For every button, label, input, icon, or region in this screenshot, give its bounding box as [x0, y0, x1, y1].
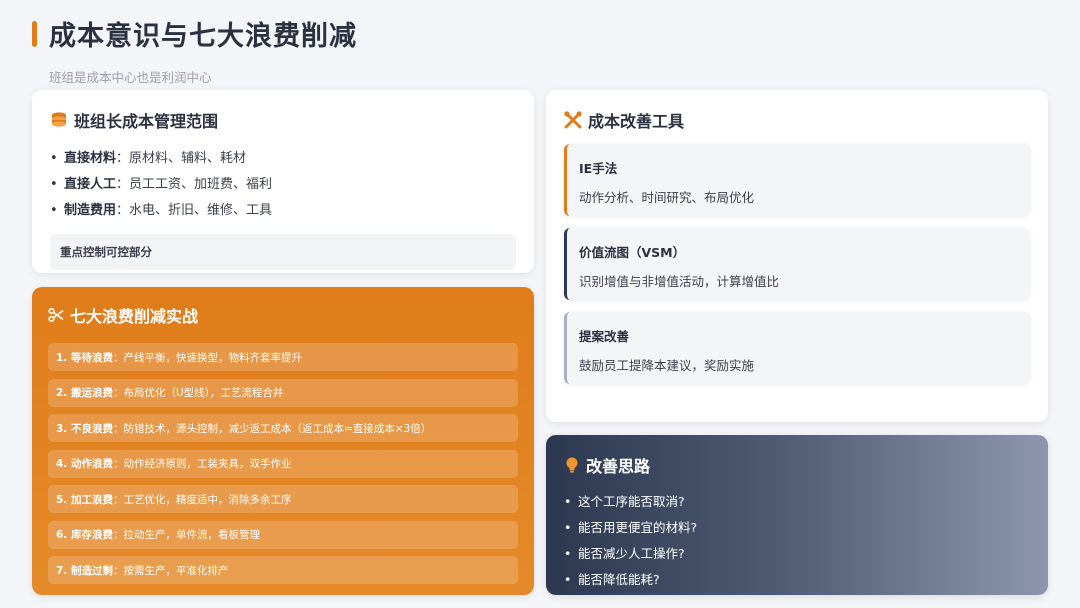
improvement-tools-card: 成本改善工具 IE手法 动作分析、时间研究、布局优化 价值流图（VSM） 识别增… [546, 90, 1048, 422]
list-item: • 直接材料 ：原材料、辅料、耗材 [50, 151, 247, 166]
waste-list: 1. 等待浪费 ：产线平衡，快速换型，物料齐套率提升 2. 搬运浪费 ：布局优化（U… [48, 343, 518, 584]
improvement-ideas-title: 改善思路 [586, 457, 651, 476]
cost-scope-title: 班组长成本管理范围 [74, 112, 219, 131]
list-item: 1. 等待浪费 ：产线平衡，快速换型，物料齐套率提升 [48, 343, 518, 371]
tool-item-ie: IE手法 动作分析、时间研究、布局优化 [564, 144, 1030, 216]
tool-title: 价值流图（VSM） [579, 245, 686, 260]
tool-title: IE手法 [579, 161, 618, 176]
list-item: • 直接人工 ：员工工资、加班费、福利 [50, 177, 273, 192]
tools-icon [564, 111, 582, 129]
list-item: • 能否降低能耗? [564, 572, 660, 587]
list-item: 2. 搬运浪费 ：布局优化（U型线），工艺流程合并 [48, 378, 518, 407]
key-control-note: 重点控制可控部分 [50, 234, 516, 270]
improvement-tools-title: 成本改善工具 [588, 112, 685, 131]
ideas-list: • 这个工序能否取消? • 能否用更便宜的材料? • 能否减少人工操作? • 能否降低能… [564, 489, 1030, 593]
list-item: 7. 制造过剩 ：按需生产，平准化排产 [48, 556, 518, 584]
list-item: • 能否减少人工操作? [564, 546, 685, 561]
cost-scope-card: 班组长成本管理范围 • 直接材料 ：原材料、辅料、耗材 • 直接人工 ：员工工资、加班费… [32, 90, 534, 273]
lightbulb-icon [566, 457, 578, 473]
title-accent-bar [32, 20, 37, 47]
list-item: • 这个工序能否取消? [564, 494, 685, 509]
coins-icon [52, 112, 66, 127]
page-subtitle: 班组是成本中心也是利润中心 [49, 70, 212, 85]
improvement-ideas-card: 改善思路 • 这个工序能否取消? • 能否用更便宜的材料? • 能否减少人工操作? •… [546, 435, 1048, 595]
list-item: 3. 不良浪费 ：防错技术，源头控制，减少返工成本（返工成本=直接成本×3倍） [48, 414, 518, 442]
list-item: • 能否用更便宜的材料? [564, 520, 698, 535]
waste-reduction-card: 七大浪费削减实战 1. 等待浪费 ：产线平衡，快速换型，物料齐套率提升 2. 搬运… [32, 287, 534, 595]
page-title: 成本意识与七大浪费削减 [49, 21, 357, 52]
tool-item-suggestion: 提案改善 鼓励员工提降本建议，奖励实施 [564, 312, 1030, 384]
cost-scope-list: • 直接材料 ：原材料、辅料、耗材 • 直接人工 ：员工工资、加班费、福利 • 制造费用：… [50, 146, 516, 224]
tool-desc: 鼓励员工提降本建议，奖励实施 [579, 358, 755, 373]
tool-desc: 识别增值与非增值活动，计算增值比 [579, 274, 780, 289]
tool-item-vsm: 价值流图（VSM） 识别增值与非增值活动，计算增值比 [564, 228, 1030, 300]
header: 成本意识与七大浪费削减 班组是成本中心也是利润中心 [32, 14, 357, 86]
list-item: 5. 加工浪费 ：工艺优化，精度适中，消除多余工序 [48, 485, 518, 513]
tool-desc: 动作分析、时间研究、布局优化 [579, 190, 755, 205]
list-item: 6. 库存浪费 ：拉动生产，单件流，看板管理 [48, 520, 518, 549]
tool-title: 提案改善 [579, 329, 630, 344]
waste-reduction-title: 七大浪费削减实战 [70, 307, 199, 326]
scissors-icon [48, 307, 64, 323]
list-item: 4. 动作浪费 ：动作经济原则，工装夹具，双手作业 [48, 449, 518, 478]
list-item: • 制造费用 ：水电、折旧、维修、工具 [50, 203, 273, 218]
